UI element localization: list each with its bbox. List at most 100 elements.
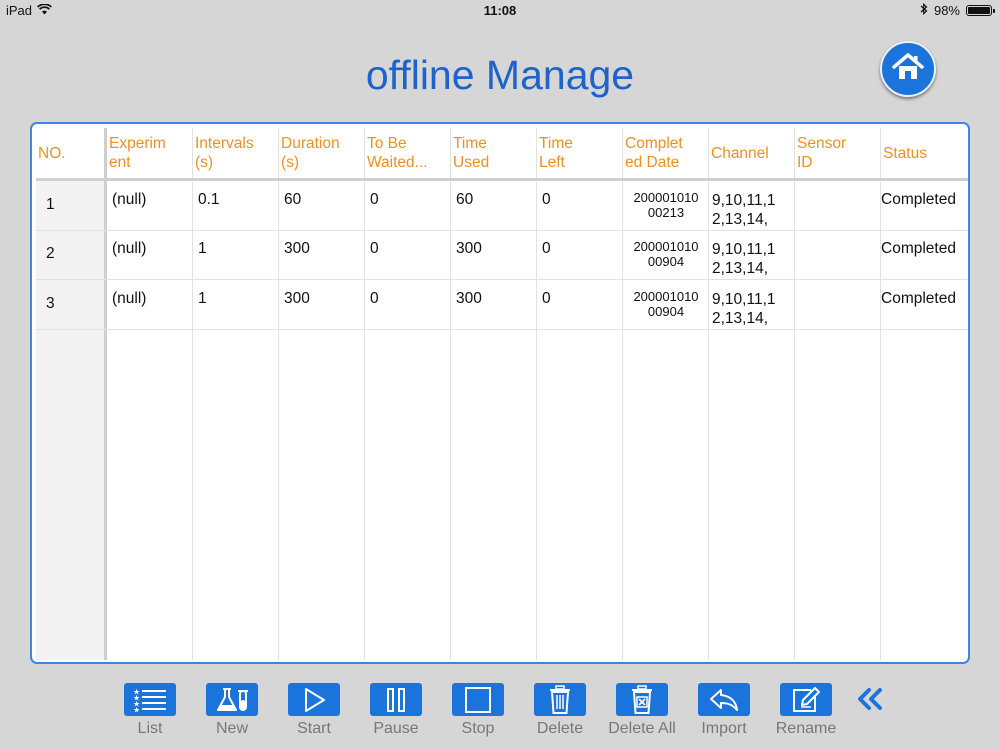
cell-completed-date-line: 200001010 (633, 190, 699, 205)
trash-x-icon (616, 683, 668, 716)
cell-status: Completed (881, 240, 956, 257)
svg-text:★: ★ (133, 705, 140, 713)
cell-duration: 300 (284, 290, 310, 307)
delete-all-button[interactable]: Delete All (598, 683, 680, 743)
column-header-sensor-id[interactable]: Sensor ID (797, 134, 880, 172)
cell-to-be-waited: 0 (370, 240, 379, 257)
column-header-text: Intervals (195, 135, 254, 152)
column-divider (450, 128, 451, 660)
stop-button[interactable]: Stop (434, 683, 516, 743)
double-chevron-left-icon (855, 687, 885, 716)
start-button[interactable]: Start (270, 683, 352, 743)
column-header-text: Time (539, 135, 573, 152)
column-header-text: To Be (367, 135, 407, 152)
cell-channel: 9,10,11,1 2,13,14, (712, 240, 795, 278)
cell-duration: 300 (284, 240, 310, 257)
toolbar-button-label: Rename (775, 720, 837, 737)
cell-channel: 9,10,11,1 2,13,14, (712, 191, 795, 229)
cell-completed-date: 200001010 00904 (623, 289, 709, 319)
reply-icon (698, 683, 750, 716)
cell-channel-line: 9,10,11,1 (712, 291, 776, 308)
cell-no: 1 (46, 196, 55, 213)
cell-channel-line: 9,10,11,1 (712, 241, 776, 258)
column-header-text: Status (883, 145, 927, 162)
cell-status: Completed (881, 290, 956, 307)
column-header-text: (s) (195, 154, 214, 171)
cell-no: 3 (46, 295, 55, 312)
column-header-experiment[interactable]: Experim ent (109, 134, 192, 172)
column-header-to-be-waited[interactable]: To Be Waited... (367, 134, 450, 172)
list-button[interactable]: ★ ★ ★ ★ List (106, 683, 188, 743)
home-icon (891, 52, 925, 87)
cell-experiment: (null) (112, 191, 147, 208)
trash-icon (534, 683, 586, 716)
column-header-text: Experim (109, 135, 166, 152)
status-bar: iPad 11:08 98% (0, 0, 1000, 22)
cell-channel-line: 9,10,11,1 (712, 192, 776, 209)
list-icon: ★ ★ ★ ★ (124, 683, 176, 716)
cell-time-left: 0 (542, 240, 551, 257)
stop-icon (452, 683, 504, 716)
column-header-time-left[interactable]: Time Left (539, 134, 622, 172)
offline-records-table: NO. Experim ent Intervals (s) Duration (s) To B… (30, 122, 970, 664)
column-header-time-used[interactable]: Time Used (453, 134, 536, 172)
column-header-duration[interactable]: Duration (s) (281, 134, 364, 172)
row-divider (36, 279, 968, 280)
column-header-text: Duration (281, 135, 340, 152)
cell-time-used: 60 (456, 191, 474, 208)
cell-channel-line: 2,13,14, (712, 310, 769, 327)
cell-status: Completed (881, 191, 956, 208)
cell-time-used: 300 (456, 240, 482, 257)
cell-experiment: (null) (112, 240, 147, 257)
column-divider (192, 128, 193, 660)
cell-time-left: 0 (542, 290, 551, 307)
new-button[interactable]: New (188, 683, 270, 743)
cell-to-be-waited: 0 (370, 191, 379, 208)
cell-experiment: (null) (112, 290, 147, 307)
column-header-text: Time (453, 135, 487, 152)
cell-channel: 9,10,11,1 2,13,14, (712, 290, 795, 328)
column-header-text: Used (453, 154, 490, 171)
column-header-no[interactable]: NO. (38, 144, 103, 163)
cell-intervals: 0.1 (198, 191, 220, 208)
battery-percent: 98% (933, 3, 960, 18)
import-button[interactable]: Import (680, 683, 762, 743)
cell-completed-date-line: 200001010 (633, 239, 699, 254)
column-header-intervals[interactable]: Intervals (s) (195, 134, 278, 172)
battery-icon (966, 5, 995, 16)
cell-completed-date: 200001010 00213 (623, 190, 709, 220)
column-header-text: NO. (38, 145, 66, 162)
column-header-text: Complet (625, 135, 683, 152)
collapse-toolbar-button[interactable] (852, 683, 888, 719)
delete-button[interactable]: Delete (516, 683, 598, 743)
column-header-status[interactable]: Status (883, 144, 967, 163)
row-divider (36, 329, 968, 330)
row-number-divider (104, 128, 107, 660)
cell-completed-date-line: 00213 (647, 205, 685, 220)
cell-channel-line: 2,13,14, (712, 211, 769, 228)
column-header-text: Channel (711, 145, 769, 162)
cell-time-used: 300 (456, 290, 482, 307)
cell-time-left: 0 (542, 191, 551, 208)
pause-button[interactable]: Pause (352, 683, 434, 743)
cell-intervals: 1 (198, 290, 207, 307)
column-header-text: ent (109, 154, 131, 171)
clock: 11:08 (483, 3, 517, 18)
column-header-completed-date[interactable]: Complet ed Date (625, 134, 708, 172)
cell-duration: 60 (284, 191, 302, 208)
column-header-text: Left (539, 154, 565, 171)
page-title: offline Manage (365, 52, 635, 98)
rename-button[interactable]: Rename (762, 683, 844, 743)
column-divider (536, 128, 537, 660)
cell-channel-line: 2,13,14, (712, 260, 769, 277)
column-header-text: Waited... (367, 154, 428, 171)
home-button[interactable] (880, 41, 936, 97)
column-header-text: ed Date (625, 154, 680, 171)
cell-to-be-waited: 0 (370, 290, 379, 307)
column-header-text: (s) (281, 154, 300, 171)
cell-completed-date-line: 00904 (647, 304, 685, 319)
cell-completed-date-line: 00904 (647, 254, 685, 269)
column-header-channel[interactable]: Channel (711, 144, 794, 163)
row-divider (36, 230, 968, 231)
header-divider (36, 178, 968, 181)
